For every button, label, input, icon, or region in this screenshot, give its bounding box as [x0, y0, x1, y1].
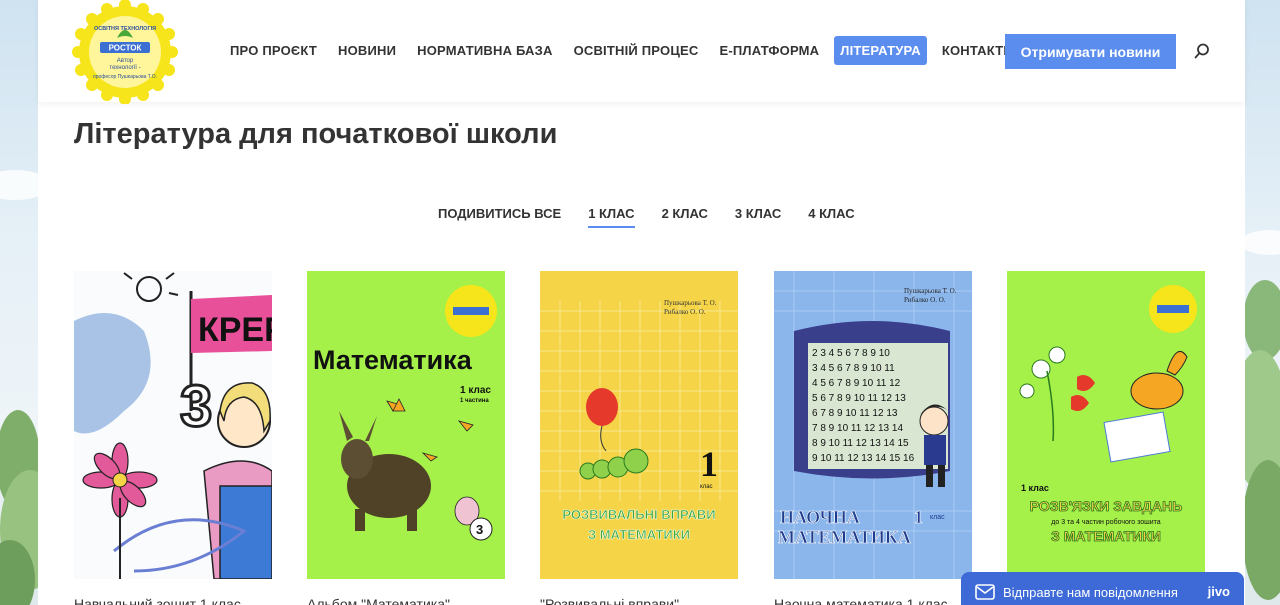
filter-all[interactable]: ПОДИВИТИСЬ ВСЕ	[438, 206, 561, 228]
grade-filter-tabs: ПОДИВИТИСЬ ВСЕ 1 КЛАС 2 КЛАС 3 КЛАС 4 КЛ…	[438, 206, 882, 228]
main-nav: ПРО ПРОЄКТ НОВИНИ НОРМАТИВНА БАЗА ОСВІТН…	[224, 36, 1028, 65]
cover-title-1: РОЗВИВАЛЬНІ ВПРАВИ	[562, 507, 715, 522]
envelope-icon	[975, 584, 995, 600]
book-cover-image: Математика 1 клас 1 частина 3	[307, 271, 505, 579]
search-icon[interactable]	[1194, 43, 1210, 59]
svg-text:8 9 10 11 12 13 14 15: 8 9 10 11 12 13 14 15	[812, 438, 909, 449]
cover-author-1: Пушкарьова Т. О.	[904, 287, 957, 295]
cover-author-2: Рибалко О. О.	[904, 296, 946, 304]
cover-title-2: З МАТЕМАТИКИ	[1051, 528, 1161, 544]
cover-grade: 1 клас	[1021, 483, 1049, 493]
cover-grade-word: клас	[700, 484, 713, 490]
svg-text:2 3 4 5 6 7 8 9 10: 2 3 4 5 6 7 8 9 10	[812, 348, 890, 359]
filter-grade-1[interactable]: 1 КЛАС	[588, 206, 635, 228]
cover-subtitle: до 3 та 4 частин робочого зошита	[1051, 518, 1161, 526]
logo-banner-text: РОСТОК	[109, 44, 142, 53]
page-container: РОСТОК Автор технології - ОСВІТНЯ ТЕХНОЛ…	[38, 0, 1245, 605]
site-logo[interactable]: РОСТОК Автор технології - ОСВІТНЯ ТЕХНОЛ…	[72, 0, 178, 104]
cover-author-2: Рибалко О. О.	[664, 308, 706, 316]
book-card-developmental-exercises[interactable]: Пушкарьова Т. О. Рибалко О. О. 1 клас РО…	[540, 271, 738, 579]
nav-item-news[interactable]: НОВИНИ	[332, 36, 402, 65]
nav-item-regulations[interactable]: НОРМАТИВНА БАЗА	[411, 36, 558, 65]
svg-text:5 6 7 8 9 10 11 12 13: 5 6 7 8 9 10 11 12 13	[812, 393, 906, 404]
cover-badge-digit: 3	[476, 522, 483, 537]
cover-digit: 3	[180, 374, 212, 439]
cover-title-2: МАТЕМАТИКА	[778, 527, 911, 547]
nav-item-about[interactable]: ПРО ПРОЄКТ	[224, 36, 323, 65]
book-caption[interactable]: Альбом "Математика"	[307, 596, 505, 605]
logo-line2: технології -	[109, 65, 140, 71]
filter-grade-4[interactable]: 4 КЛАС	[808, 206, 854, 228]
book-caption[interactable]: Наочна математика 1 клас	[774, 596, 972, 605]
book-cover-image: КРЕР 3	[74, 271, 272, 579]
cover-grade-number: 1	[700, 444, 718, 484]
chat-brand-logo: jivo	[1207, 584, 1230, 599]
book-cover-image: Пушкарьова Т. О. Рибалко О. О. 1 клас РО…	[540, 271, 738, 579]
logo-line1: Автор	[117, 58, 134, 64]
svg-text:3 4 5 6 7 8 9 10 11: 3 4 5 6 7 8 9 10 11	[812, 363, 895, 374]
site-header: РОСТОК Автор технології - ОСВІТНЯ ТЕХНОЛ…	[38, 0, 1245, 104]
cover-title-2: З МАТЕМАТИКИ	[588, 527, 690, 542]
cover-grade-word: клас	[930, 514, 945, 521]
subscribe-news-button[interactable]: Отримувати новини	[1005, 34, 1176, 69]
svg-text:9 10 11 12 13 14 15 16: 9 10 11 12 13 14 15 16	[812, 453, 915, 464]
cover-title-1: РОЗВ'ЯЗКИ ЗАВДАНЬ	[1030, 498, 1183, 514]
cover-title: Математика	[313, 345, 473, 375]
book-cover-image: 1 клас РОЗВ'ЯЗКИ ЗАВДАНЬ до 3 та 4 части…	[1007, 271, 1205, 579]
logo-line3: професор Пушкарьова Т.О.	[93, 74, 157, 80]
background-cloud	[1240, 230, 1280, 255]
book-caption[interactable]: "Розвивальні вправи"	[540, 596, 738, 605]
cover-title-1: НАОЧНА	[780, 507, 860, 527]
page-title: Література для початкової школи	[74, 118, 558, 150]
nav-item-education-process[interactable]: ОСВІТНІЙ ПРОЦЕС	[568, 36, 705, 65]
book-card-visual-mathematics[interactable]: Пушкарьова Т. О. Рибалко О. О. 2 3 4 5 6…	[774, 271, 972, 579]
book-card-task-solutions[interactable]: 1 клас РОЗВ'ЯЗКИ ЗАВДАНЬ до 3 та 4 части…	[1007, 271, 1205, 579]
cover-grade: 1 клас	[460, 385, 491, 396]
filter-grade-3[interactable]: 3 КЛАС	[735, 206, 781, 228]
svg-text:7 8 9 10 11 12 13 14: 7 8 9 10 11 12 13 14	[812, 423, 903, 434]
svg-text:4 5 6 7 8 9 10 11 12: 4 5 6 7 8 9 10 11 12	[812, 378, 901, 389]
cover-part: 1 частина	[460, 398, 489, 404]
book-card-workbook[interactable]: КРЕР 3	[74, 271, 272, 579]
cover-author-1: Пушкарьова Т. О.	[664, 299, 717, 307]
chat-widget-button[interactable]: Відправте нам повідомлення jivo	[961, 572, 1244, 605]
chat-widget-label: Відправте нам повідомлення	[1003, 584, 1178, 600]
svg-text:6 7 8 9 10 11 12 13: 6 7 8 9 10 11 12 13	[812, 408, 898, 419]
nav-item-literature[interactable]: ЛІТЕРАТУРА	[834, 36, 927, 65]
book-card-mathematics[interactable]: Математика 1 клас 1 частина 3	[307, 271, 505, 579]
nav-item-e-platform[interactable]: Е-ПЛАТФОРМА	[713, 36, 825, 65]
logo-arc-text: ОСВІТНЯ ТЕХНОЛОГІЯ	[94, 26, 156, 32]
filter-grade-2[interactable]: 2 КЛАС	[662, 206, 708, 228]
cover-grade-number: 1	[914, 507, 923, 527]
cover-flag-text: КРЕР	[198, 311, 272, 349]
book-caption[interactable]: Навчальний зошит 1 клас	[74, 596, 272, 605]
book-cover-image: Пушкарьова Т. О. Рибалко О. О. 2 3 4 5 6…	[774, 271, 972, 579]
